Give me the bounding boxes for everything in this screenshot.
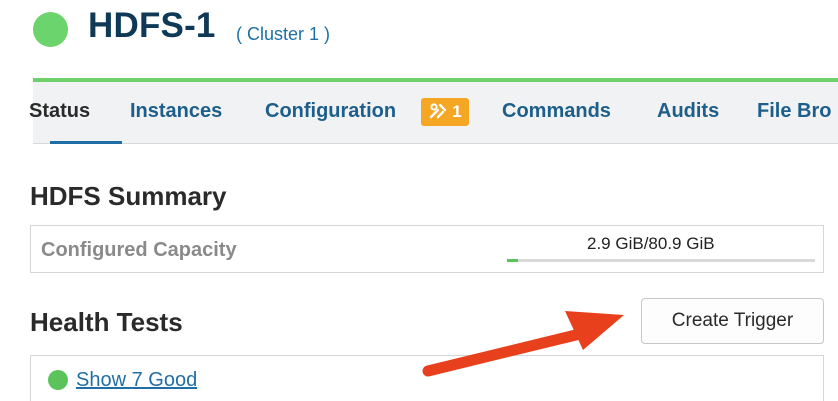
summary-title: HDFS Summary (30, 181, 227, 211)
tab-configuration[interactable]: Configuration (265, 100, 396, 123)
tab-commands[interactable]: Commands (502, 100, 611, 123)
cluster-link[interactable]: ( Cluster 1 ) (236, 24, 330, 45)
service-header: HDFS-1 ( Cluster 1 ) (0, 0, 838, 80)
health-title: Health Tests (30, 307, 183, 337)
badge-count: 1 (452, 102, 462, 121)
health-tests-panel: Show 7 Good (30, 355, 824, 401)
service-status-dot-icon (33, 12, 68, 47)
create-trigger-button[interactable]: Create Trigger (641, 298, 824, 344)
capacity-value: 2.9 GiB/80.9 GiB (587, 234, 715, 253)
good-status-dot-icon (48, 370, 68, 390)
tab-status[interactable]: Status (29, 100, 90, 123)
tab-bar: Status Instances Configuration 1 Command… (29, 82, 838, 144)
active-tab-indicator (50, 141, 122, 144)
summary-panel: Configured Capacity 2.9 GiB/80.9 GiB (30, 225, 824, 273)
configuration-issues-badge[interactable]: 1 (421, 98, 469, 126)
capacity-bar (507, 259, 815, 262)
show-good-link[interactable]: Show 7 Good (76, 369, 197, 392)
service-title: HDFS-1 (88, 6, 216, 45)
tab-audits[interactable]: Audits (657, 100, 719, 123)
page: HDFS-1 ( Cluster 1 ) Status Instances Co… (0, 0, 838, 401)
tab-instances[interactable]: Instances (130, 100, 222, 123)
tab-file-browser[interactable]: File Bro (757, 100, 831, 123)
capacity-label: Configured Capacity (41, 239, 237, 261)
capacity-bar-fill (507, 259, 519, 262)
tools-icon (430, 103, 447, 119)
